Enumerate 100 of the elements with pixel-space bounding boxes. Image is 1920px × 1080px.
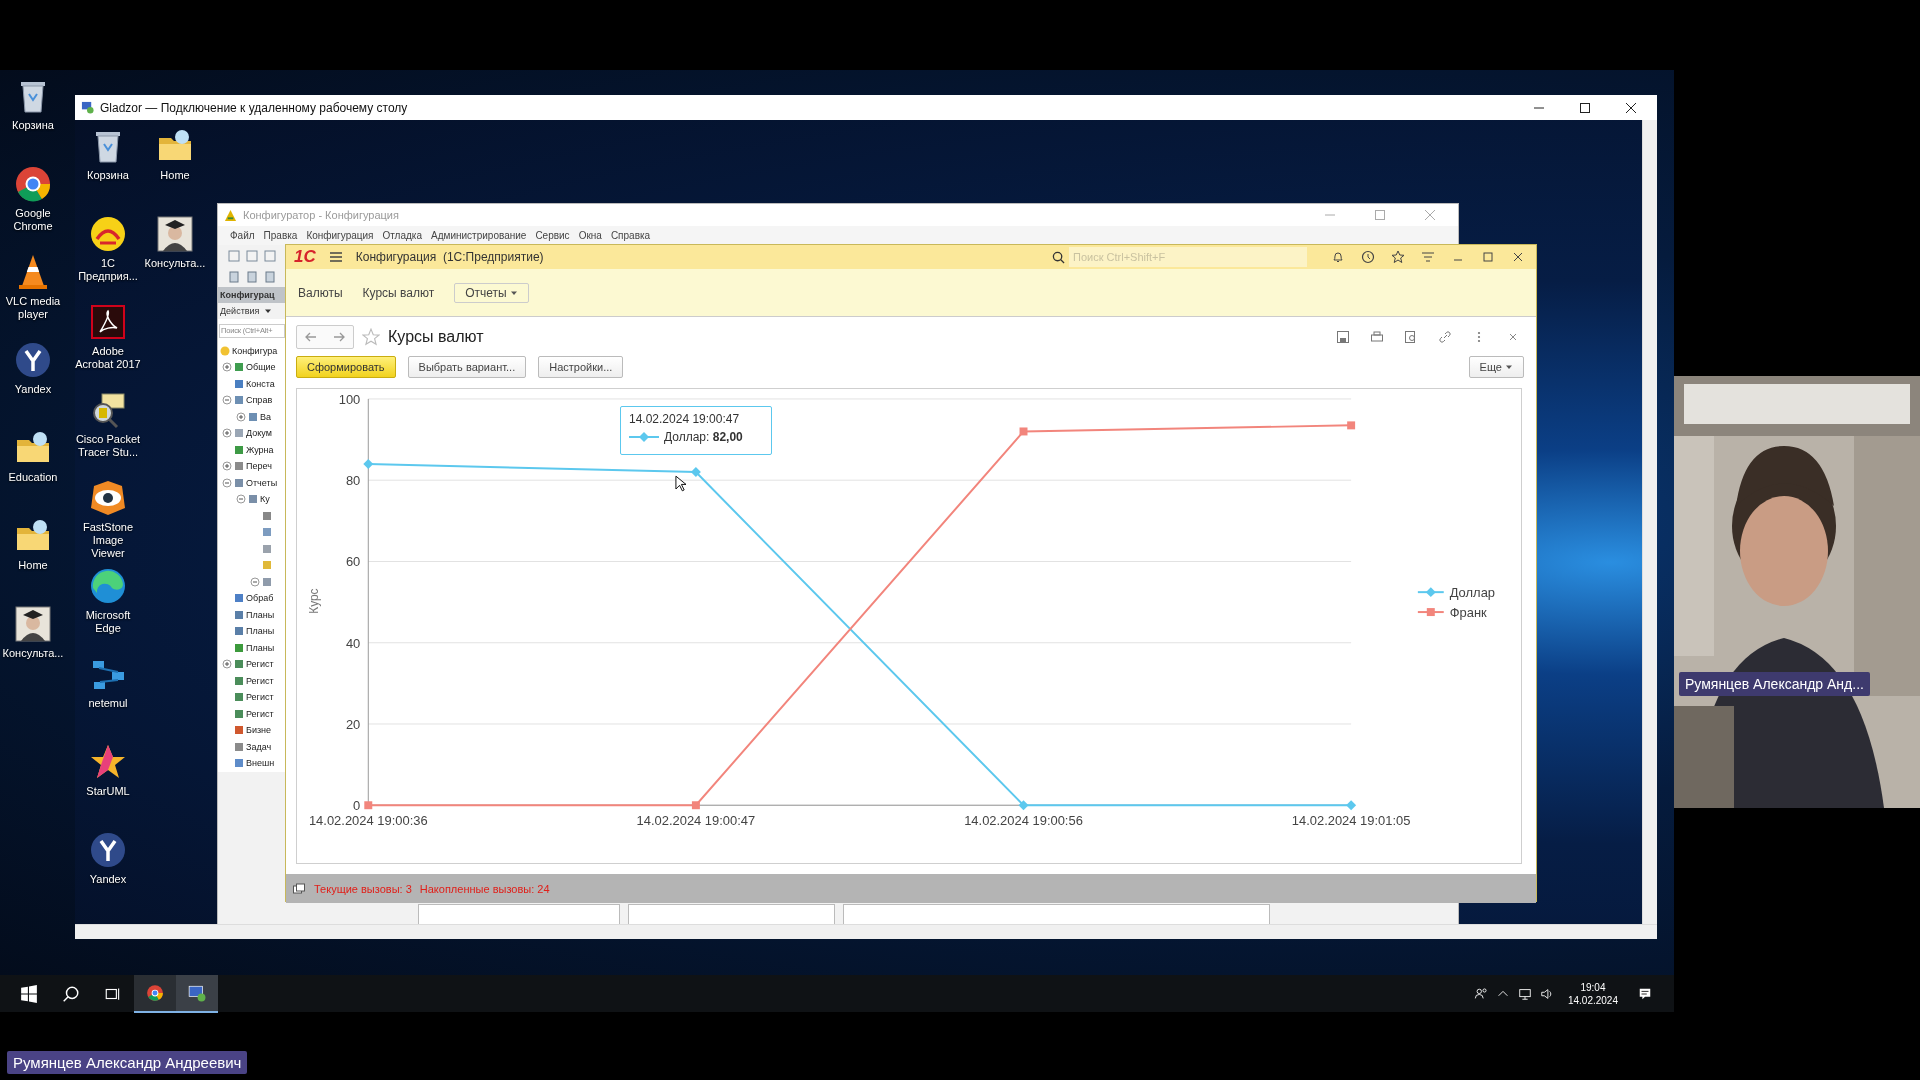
- tree-item[interactable]: Ва: [260, 411, 271, 422]
- tree-item[interactable]: Отчеты: [246, 477, 278, 488]
- document-logo-icon[interactable]: [88, 302, 128, 342]
- shortcut-label[interactable]: Home: [160, 169, 190, 182]
- monitor-icon[interactable]: [176, 974, 218, 1013]
- menu-item[interactable]: Конфигурация: [306, 230, 374, 241]
- section-link[interactable]: Валюты: [298, 285, 343, 300]
- save-icon[interactable]: [1336, 329, 1350, 344]
- expand-icon[interactable]: [222, 659, 232, 670]
- collapse-icon[interactable]: [236, 494, 246, 505]
- toolbar-icon[interactable]: [228, 270, 240, 283]
- print-icon[interactable]: [1370, 329, 1384, 344]
- collapse-icon[interactable]: [222, 477, 232, 488]
- maximize-icon[interactable]: [1579, 101, 1591, 114]
- preview-icon[interactable]: [1404, 329, 1418, 344]
- shortcut-label[interactable]: Корзина: [12, 119, 54, 132]
- clock-time[interactable]: 19:04: [1580, 980, 1606, 994]
- tree-item[interactable]: Переч: [246, 461, 272, 472]
- shortcut-label[interactable]: Education: [8, 471, 58, 484]
- tree-item[interactable]: Общие: [246, 362, 276, 373]
- tree-item[interactable]: Регист: [246, 659, 274, 670]
- link-icon[interactable]: [1438, 329, 1452, 344]
- shortcut-label[interactable]: Microsoft Edge: [75, 609, 141, 635]
- shortcut-label[interactable]: Консульта...: [144, 257, 206, 270]
- tree-item[interactable]: Конста: [246, 378, 275, 389]
- vertical-scrollbar[interactable]: [1642, 120, 1657, 924]
- data-point[interactable]: [1347, 421, 1356, 430]
- network-icon[interactable]: [1517, 986, 1532, 1001]
- tree-item[interactable]: Планы: [246, 609, 275, 620]
- portrait-icon[interactable]: [13, 604, 53, 644]
- caret-icon[interactable]: [264, 307, 273, 315]
- tree-item[interactable]: Регист: [246, 692, 274, 703]
- windows-icon[interactable]: [292, 881, 306, 896]
- data-point[interactable]: [691, 801, 700, 810]
- shortcut-label[interactable]: Корзина: [87, 169, 129, 182]
- funnel-menu-icon[interactable]: [1421, 250, 1435, 264]
- tree-item[interactable]: Справ: [246, 395, 273, 406]
- shortcut-label[interactable]: Google Chrome: [0, 207, 66, 233]
- toolbar-button[interactable]: Настройки...: [538, 355, 624, 378]
- menu-icon[interactable]: [328, 250, 343, 264]
- tree-item[interactable]: Задач: [246, 741, 272, 752]
- more-button[interactable]: Еще: [1468, 355, 1524, 378]
- shortcut-label[interactable]: 1С Предприя...: [75, 257, 141, 283]
- tree-item[interactable]: Журна: [246, 444, 274, 455]
- people-icon[interactable]: [1473, 986, 1488, 1001]
- expand-icon[interactable]: [222, 362, 232, 373]
- tree-item[interactable]: Конфигура: [232, 345, 278, 356]
- shortcut-label[interactable]: Home: [18, 559, 48, 572]
- tree-item[interactable]: Внешн: [246, 758, 275, 769]
- menu-item[interactable]: Правка: [263, 230, 298, 241]
- tree-item[interactable]: Обраб: [246, 593, 274, 604]
- tree-item[interactable]: Планы: [246, 626, 275, 637]
- disc-logo-icon[interactable]: [88, 214, 128, 254]
- circle-logo-icon[interactable]: [88, 830, 128, 870]
- section-link[interactable]: Курсы валют: [362, 285, 435, 300]
- star-icon[interactable]: [362, 327, 380, 346]
- toolbar-button[interactable]: Сформировать: [296, 355, 396, 378]
- tree-item[interactable]: Докум: [246, 428, 272, 439]
- shortcut-label[interactable]: StarUML: [86, 785, 130, 798]
- tree-item[interactable]: Регист: [246, 708, 274, 719]
- collapse-icon[interactable]: [250, 576, 260, 587]
- shortcut-label[interactable]: Консульта...: [2, 647, 64, 660]
- shortcut-label[interactable]: Yandex: [89, 873, 127, 886]
- history-icon[interactable]: [1361, 250, 1375, 264]
- tree-item[interactable]: Регист: [246, 675, 274, 686]
- clock-date[interactable]: 14.02.2024: [1567, 993, 1618, 1007]
- menu-item[interactable]: Файл: [230, 230, 255, 241]
- circle-logo-icon[interactable]: [13, 340, 53, 380]
- collapse-icon[interactable]: [222, 395, 232, 406]
- dropdown-button[interactable]: Отчеты: [454, 282, 529, 303]
- shortcut-label[interactable]: netemul: [88, 697, 128, 710]
- bell-icon[interactable]: [1331, 250, 1345, 264]
- star-icon[interactable]: [1391, 250, 1405, 264]
- menu-item[interactable]: Сервис: [535, 230, 570, 241]
- notification-icon[interactable]: [1638, 986, 1652, 1001]
- toolbar-button[interactable]: Выбрать вариант...: [407, 355, 527, 378]
- shortcut-label[interactable]: FastStone Image Viewer: [75, 521, 141, 560]
- horizontal-scrollbar[interactable]: [75, 924, 1657, 939]
- menu-item[interactable]: Окна: [578, 230, 602, 241]
- portrait-icon[interactable]: [155, 214, 195, 254]
- toolbar-icon[interactable]: [264, 270, 276, 283]
- tree-item[interactable]: Бизне: [246, 725, 272, 736]
- toolbar-icon[interactable]: [246, 270, 258, 283]
- expand-icon[interactable]: [222, 461, 232, 472]
- menu-item[interactable]: Администрирование: [431, 230, 527, 241]
- volume-icon[interactable]: [1539, 986, 1554, 1001]
- shortcut-label[interactable]: VLC media player: [0, 295, 66, 321]
- tree-item[interactable]: Ку: [260, 494, 270, 505]
- expand-icon[interactable]: [222, 428, 232, 439]
- close-icon[interactable]: [1625, 101, 1637, 114]
- close-icon[interactable]: [1511, 250, 1525, 264]
- shortcut-label[interactable]: Yandex: [14, 383, 52, 396]
- menu-item[interactable]: Отладка: [382, 230, 422, 241]
- shortcut-label[interactable]: Adobe Acrobat 2017: [75, 345, 141, 371]
- shortcut-label[interactable]: Cisco Packet Tracer Stu...: [75, 433, 141, 459]
- tree-item[interactable]: Планы: [246, 642, 275, 653]
- ring-logo-icon[interactable]: [134, 974, 176, 1013]
- swirl-logo-icon[interactable]: [88, 566, 128, 606]
- eye-icon[interactable]: [88, 478, 128, 518]
- expand-icon[interactable]: [236, 411, 246, 422]
